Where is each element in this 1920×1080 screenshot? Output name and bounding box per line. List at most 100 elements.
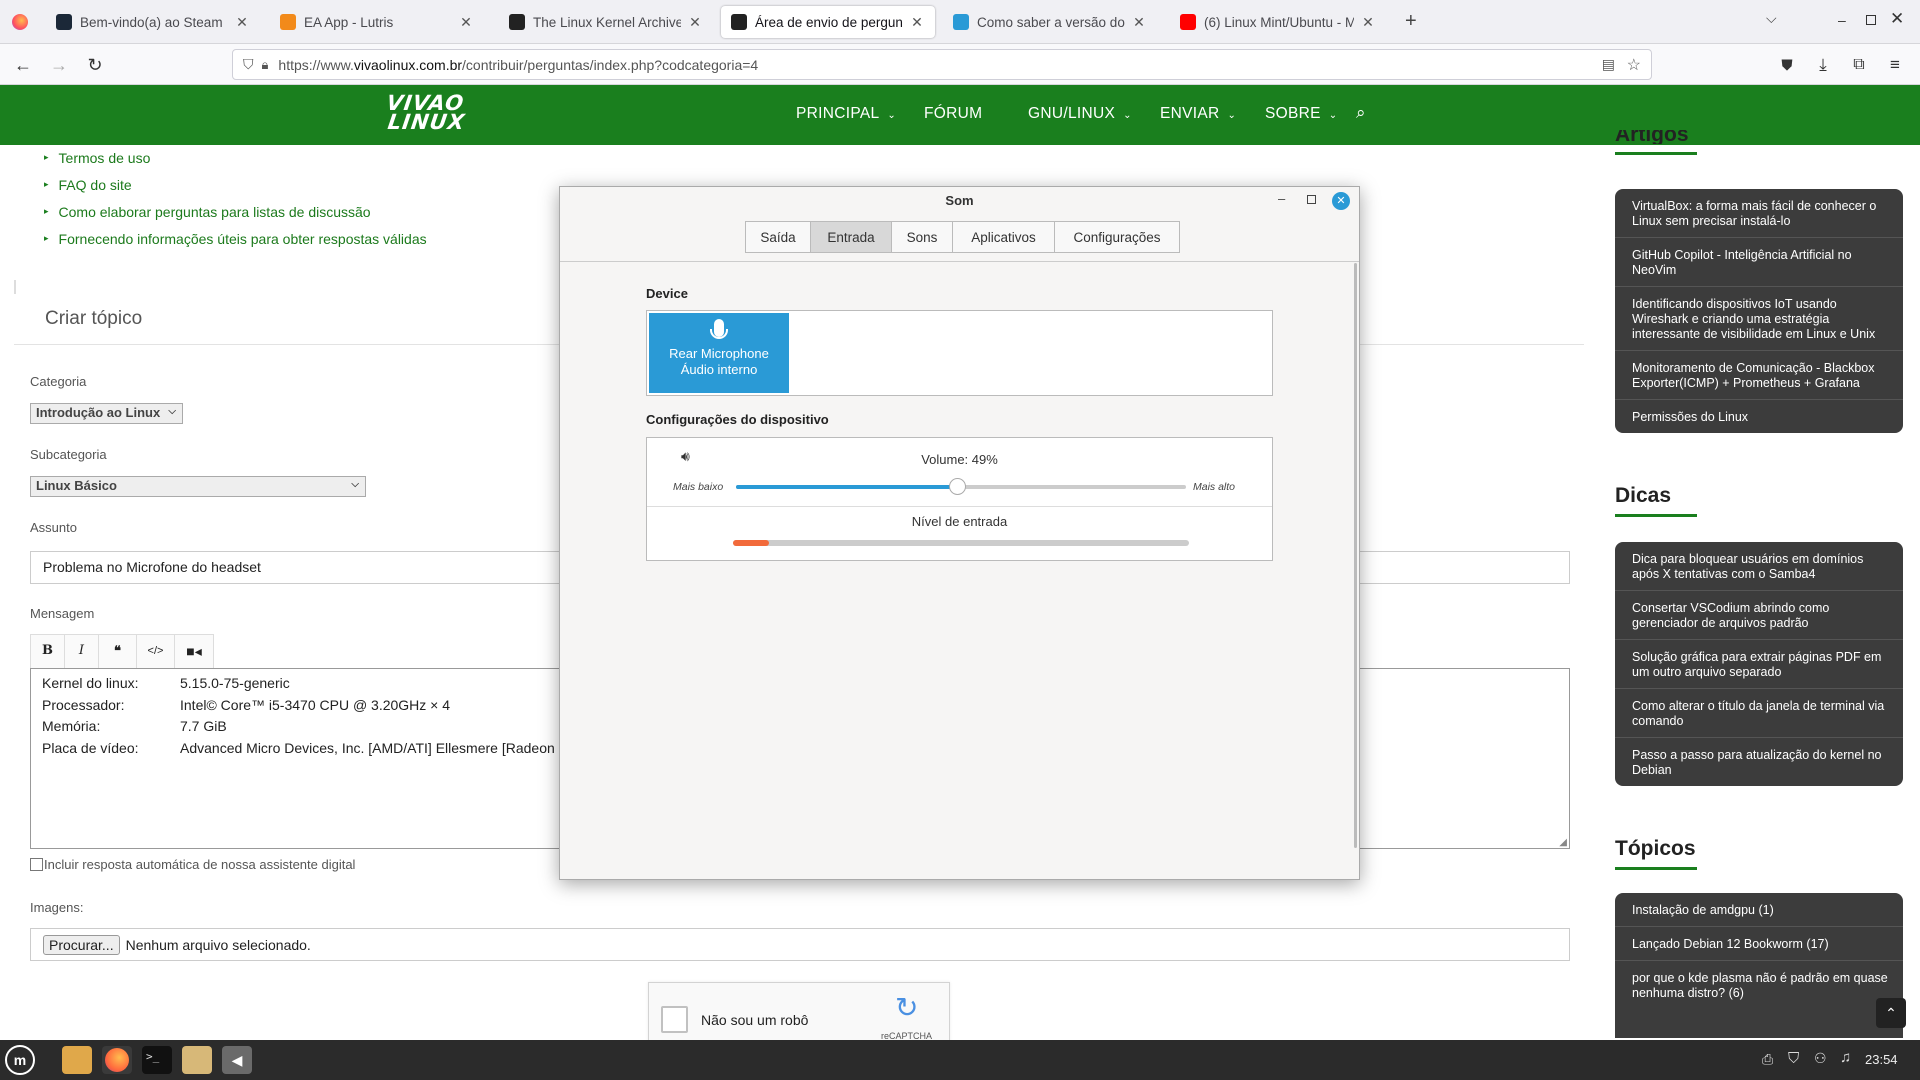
close-tab-icon[interactable]: ✕ bbox=[909, 14, 925, 31]
files-icon[interactable] bbox=[62, 1046, 92, 1074]
network-icon[interactable]: ⚇ bbox=[1814, 1050, 1827, 1067]
help-link[interactable]: Como elaborar perguntas para listas de d… bbox=[59, 204, 371, 220]
categoria-select[interactable]: Introdução ao Linux ⌵ bbox=[30, 403, 183, 424]
auto-reply-checkbox[interactable] bbox=[30, 858, 43, 871]
firefox-taskbar-icon[interactable] bbox=[102, 1046, 132, 1074]
app-menu-icon[interactable]: ≡ bbox=[1882, 52, 1908, 78]
sidebar-link[interactable]: Dica para bloquear usuários em domínios … bbox=[1615, 542, 1903, 591]
sidebar-link[interactable]: Lançado Debian 12 Bookworm (17) bbox=[1615, 927, 1903, 961]
close-window-button[interactable]: ✕ bbox=[1890, 9, 1904, 29]
minimize-window-button[interactable]: – bbox=[1838, 12, 1846, 28]
message-key: Placa de vídeo: bbox=[42, 739, 139, 756]
file-input[interactable]: Procurar... Nenhum arquivo selecionado. bbox=[30, 928, 1570, 961]
forward-icon[interactable]: → bbox=[46, 52, 72, 78]
lutris-icon bbox=[280, 14, 296, 30]
browse-button[interactable]: Procurar... bbox=[43, 934, 120, 955]
nav-menu-item[interactable]: SOBRE ⌄ bbox=[1265, 105, 1337, 123]
code-button[interactable]: </> bbox=[137, 635, 175, 668]
message-value: 5.15.0-75-generic bbox=[180, 675, 290, 691]
reload-icon[interactable]: ↻ bbox=[82, 52, 108, 78]
mint-menu-icon[interactable]: m bbox=[5, 1045, 35, 1075]
firefox-menu-icon[interactable] bbox=[12, 14, 28, 30]
dialog-minimize-button[interactable]: – bbox=[1278, 191, 1285, 206]
maximize-window-button[interactable] bbox=[1866, 15, 1876, 25]
close-tab-icon[interactable]: ✕ bbox=[1131, 14, 1147, 31]
sidebar-link[interactable]: Instalação de amdgpu (1) bbox=[1615, 893, 1903, 927]
nav-menu-item[interactable]: FÓRUM bbox=[924, 105, 982, 123]
shield-tray-icon[interactable]: ⛉ bbox=[1788, 1050, 1799, 1067]
close-tab-icon[interactable]: ✕ bbox=[458, 14, 474, 31]
volume-slider[interactable] bbox=[736, 478, 1186, 495]
url-bar[interactable]: ⛉ 🔒︎ https://www.vivaolinux.com.br/contr… bbox=[232, 49, 1652, 80]
assunto-value: Problema no Microfone do headset bbox=[43, 559, 261, 575]
sidebar-link[interactable]: GitHub Copilot - Inteligência Artificial… bbox=[1615, 238, 1903, 287]
bookmark-star-icon[interactable]: ☆ bbox=[1627, 55, 1641, 75]
dialog-tab[interactable]: Saída bbox=[745, 221, 811, 253]
close-tab-icon[interactable]: ✕ bbox=[234, 14, 250, 31]
browser-tab[interactable]: Área de envio de perguntas ✕ bbox=[721, 6, 935, 38]
help-link[interactable]: Fornecendo informações úteis para obter … bbox=[59, 231, 427, 247]
nav-menu-item[interactable]: PRINCIPAL ⌄ bbox=[796, 105, 896, 123]
downloads-icon[interactable]: ⤓ bbox=[1810, 52, 1836, 78]
help-link[interactable]: Termos de uso bbox=[59, 150, 151, 166]
browser-tab[interactable]: EA App - Lutris ✕ bbox=[270, 6, 484, 38]
new-tab-button[interactable]: + bbox=[1405, 10, 1417, 33]
nav-menu-item[interactable]: ENVIAR ⌄ bbox=[1160, 105, 1236, 123]
close-tab-icon[interactable]: ✕ bbox=[687, 14, 703, 31]
close-tab-icon[interactable]: ✕ bbox=[1360, 14, 1376, 31]
tab-divider bbox=[560, 261, 1359, 262]
chevron-down-icon: ⌄ bbox=[1328, 110, 1338, 121]
terminal-icon[interactable]: >_ bbox=[142, 1046, 172, 1074]
archive-icon[interactable] bbox=[182, 1046, 212, 1074]
dialog-close-button[interactable]: ✕ bbox=[1332, 192, 1350, 210]
pocket-icon[interactable]: ⛊ bbox=[1774, 52, 1800, 78]
volume-tray-icon[interactable]: ♫ bbox=[1840, 1049, 1851, 1066]
reader-view-icon[interactable]: ▤ bbox=[1602, 56, 1615, 73]
lock-icon[interactable]: 🔒︎ bbox=[262, 57, 269, 73]
sidebar-link[interactable]: Consertar VSCodium abrindo como gerencia… bbox=[1615, 591, 1903, 640]
scroll-to-top-button[interactable]: ⌃ bbox=[1876, 998, 1906, 1028]
dialog-tab[interactable]: Aplicativos bbox=[952, 221, 1055, 253]
resize-handle-icon[interactable]: ◢ bbox=[1559, 837, 1567, 848]
browser-tab[interactable]: Como saber a versão do Lin ✕ bbox=[943, 6, 1157, 38]
sidebar-link[interactable]: Como alterar o título da janela de termi… bbox=[1615, 689, 1903, 738]
back-icon[interactable]: ← bbox=[10, 52, 36, 78]
browser-tab[interactable]: (6) Linux Mint/Ubuntu - Mic ✕ bbox=[1170, 6, 1386, 38]
italic-button[interactable]: I bbox=[65, 635, 99, 668]
browser-tab[interactable]: Bem-vindo(a) ao Steam ✕ bbox=[46, 6, 260, 38]
bold-button[interactable]: B bbox=[31, 635, 65, 668]
extensions-icon[interactable]: ⧉ bbox=[1846, 52, 1872, 78]
clipboard-icon[interactable]: ⎙ bbox=[1762, 1051, 1773, 1068]
dialog-tab[interactable]: Configurações bbox=[1054, 221, 1180, 253]
sidebar-link[interactable]: Identificando dispositivos IoT usando Wi… bbox=[1615, 287, 1903, 351]
subcategoria-select[interactable]: Linux Básico ⌵ bbox=[30, 476, 366, 497]
chevron-down-icon: ⌄ bbox=[887, 110, 897, 121]
sidebar-link[interactable]: por que o kde plasma não é padrão em qua… bbox=[1615, 961, 1903, 1009]
list-all-tabs-icon[interactable]: ⌵ bbox=[1766, 10, 1777, 27]
device-rear-microphone[interactable]: Rear Microphone Áudio interno bbox=[649, 313, 789, 393]
dialog-scrollbar[interactable] bbox=[1354, 263, 1357, 848]
sidebar-link[interactable]: Solução gráfica para extrair páginas PDF… bbox=[1615, 640, 1903, 689]
browser-tab[interactable]: The Linux Kernel Archives ✕ bbox=[499, 6, 713, 38]
dialog-tab[interactable]: Sons bbox=[891, 221, 953, 253]
sidebar-link[interactable]: Passo a passo para atualização do kernel… bbox=[1615, 738, 1903, 786]
nav-menu-item[interactable]: GNU/LINUX ⌄ bbox=[1028, 105, 1132, 123]
volume-slider-handle[interactable] bbox=[948, 478, 966, 495]
quote-button[interactable]: ❝ bbox=[99, 635, 137, 668]
sidebar-link[interactable]: VirtualBox: a forma mais fácil de conhec… bbox=[1615, 189, 1903, 238]
dialog-tab[interactable]: Entrada bbox=[810, 221, 892, 253]
clock[interactable]: 23:54 bbox=[1865, 1052, 1898, 1067]
site-logo[interactable]: VIVAO LINUX bbox=[382, 91, 480, 136]
dialog-maximize-button[interactable] bbox=[1307, 195, 1316, 204]
sound-app-icon[interactable]: ◀︎ bbox=[222, 1046, 252, 1074]
sidebar-link[interactable]: Permissões do Linux bbox=[1615, 400, 1903, 433]
tab-title: EA App - Lutris bbox=[304, 14, 394, 30]
shield-icon[interactable]: ⛉ bbox=[243, 56, 254, 73]
taskbar: m >_ ◀︎ ⎙ ⛉ ⚇ ♫ 23:54 bbox=[0, 1040, 1920, 1080]
sidebar-link[interactable]: Monitoramento de Comunicação - Blackbox … bbox=[1615, 351, 1903, 400]
recaptcha-checkbox[interactable] bbox=[661, 1006, 688, 1033]
imagens-label: Imagens: bbox=[30, 900, 84, 915]
search-icon[interactable]: ⌕ bbox=[1356, 103, 1366, 123]
help-link[interactable]: FAQ do site bbox=[59, 177, 132, 193]
video-button[interactable]: ■◂ bbox=[175, 635, 213, 668]
